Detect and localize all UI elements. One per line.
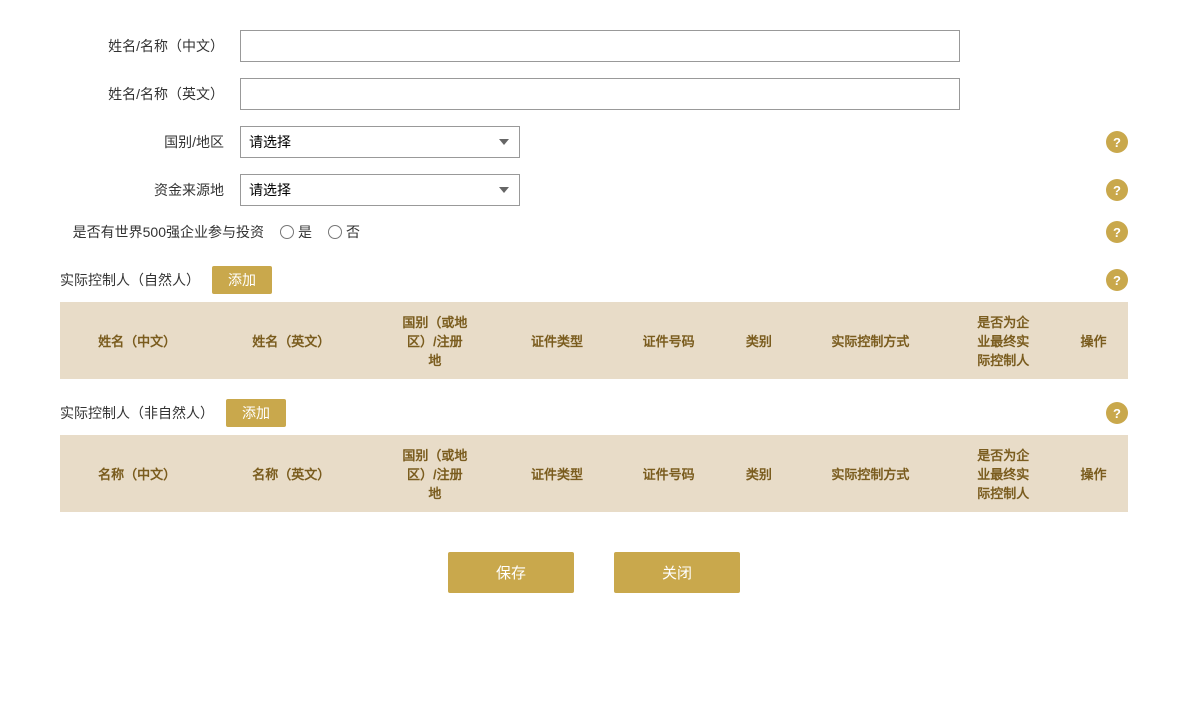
radio-yes-label[interactable]: 是 [280, 222, 312, 242]
close-button[interactable]: 关闭 [614, 552, 740, 593]
non-natural-person-title: 实际控制人（非自然人） [60, 403, 214, 423]
natural-person-table-header-row: 姓名（中文） 姓名（英文） 国别（或地区）/注册地 证件类型 证件号码 类别 实… [60, 302, 1128, 379]
np-col-cert-no: 证件号码 [613, 302, 725, 379]
country-select[interactable]: 请选择 [240, 126, 520, 158]
nnp-col-is-ultimate: 是否为企业最终实际控制人 [947, 435, 1059, 512]
country-label: 国别/地区 [60, 132, 240, 152]
nnp-col-name-cn: 名称（中文） [60, 435, 214, 512]
bottom-buttons: 保存 关闭 [60, 552, 1128, 593]
non-natural-person-add-button[interactable]: 添加 [226, 399, 286, 427]
fund-source-help-icon[interactable]: ? [1106, 179, 1128, 201]
name-cn-input[interactable] [240, 30, 960, 62]
nnp-col-control-method: 实际控制方式 [793, 435, 947, 512]
np-col-name-en: 姓名（英文） [214, 302, 368, 379]
nnp-col-name-en: 名称（英文） [214, 435, 368, 512]
nnp-col-country: 国别（或地区）/注册地 [368, 435, 501, 512]
np-col-operation: 操作 [1059, 302, 1128, 379]
non-natural-person-table-header-row: 名称（中文） 名称（英文） 国别（或地区）/注册地 证件类型 证件号码 类别 实… [60, 435, 1128, 512]
natural-person-section: 实际控制人（自然人） 添加 ? 姓名（中文） 姓名（英文） 国别（或地区）/注册… [60, 266, 1128, 379]
fund-source-select[interactable]: 请选择 [240, 174, 520, 206]
np-col-control-method: 实际控制方式 [793, 302, 947, 379]
non-natural-person-table: 名称（中文） 名称（英文） 国别（或地区）/注册地 证件类型 证件号码 类别 实… [60, 435, 1128, 512]
world500-label: 是否有世界500强企业参与投资 [60, 222, 280, 242]
fund-source-row: 资金来源地 请选择 ? [60, 174, 1128, 206]
natural-person-help-icon[interactable]: ? [1106, 269, 1128, 291]
non-natural-person-section: 实际控制人（非自然人） 添加 ? 名称（中文） 名称（英文） 国别（或地区）/注… [60, 399, 1128, 512]
natural-person-title: 实际控制人（自然人） [60, 270, 200, 290]
fund-source-label: 资金来源地 [60, 180, 240, 200]
radio-no-label[interactable]: 否 [328, 222, 360, 242]
natural-person-add-button[interactable]: 添加 [212, 266, 272, 294]
form-section: 姓名/名称（中文） 姓名/名称（英文） 国别/地区 请选择 ? 资金来源地 请选… [60, 30, 1128, 242]
name-en-label: 姓名/名称（英文） [60, 84, 240, 104]
np-col-cert-type: 证件类型 [501, 302, 613, 379]
np-col-country: 国别（或地区）/注册地 [368, 302, 501, 379]
radio-yes-text: 是 [298, 222, 312, 242]
nnp-col-cert-no: 证件号码 [613, 435, 725, 512]
country-help-icon[interactable]: ? [1106, 131, 1128, 153]
nnp-col-category: 类别 [724, 435, 793, 512]
country-row: 国别/地区 请选择 ? [60, 126, 1128, 158]
radio-no-text: 否 [346, 222, 360, 242]
page-container: 姓名/名称（中文） 姓名/名称（英文） 国别/地区 请选择 ? 资金来源地 请选… [0, 0, 1188, 705]
np-col-name-cn: 姓名（中文） [60, 302, 214, 379]
name-en-row: 姓名/名称（英文） [60, 78, 1128, 110]
natural-person-header: 实际控制人（自然人） 添加 ? [60, 266, 1128, 294]
nnp-col-cert-type: 证件类型 [501, 435, 613, 512]
natural-person-table: 姓名（中文） 姓名（英文） 国别（或地区）/注册地 证件类型 证件号码 类别 实… [60, 302, 1128, 379]
np-col-category: 类别 [724, 302, 793, 379]
np-col-is-ultimate: 是否为企业最终实际控制人 [947, 302, 1059, 379]
world500-radio-group: 是 否 [280, 222, 360, 242]
radio-no-input[interactable] [328, 225, 342, 239]
world500-row: 是否有世界500强企业参与投资 是 否 ? [60, 222, 1128, 242]
non-natural-person-help-icon[interactable]: ? [1106, 402, 1128, 424]
radio-yes-input[interactable] [280, 225, 294, 239]
world500-help-icon[interactable]: ? [1106, 221, 1128, 243]
non-natural-person-header: 实际控制人（非自然人） 添加 ? [60, 399, 1128, 427]
name-en-input[interactable] [240, 78, 960, 110]
name-cn-label: 姓名/名称（中文） [60, 36, 240, 56]
nnp-col-operation: 操作 [1059, 435, 1128, 512]
save-button[interactable]: 保存 [448, 552, 574, 593]
name-cn-row: 姓名/名称（中文） [60, 30, 1128, 62]
